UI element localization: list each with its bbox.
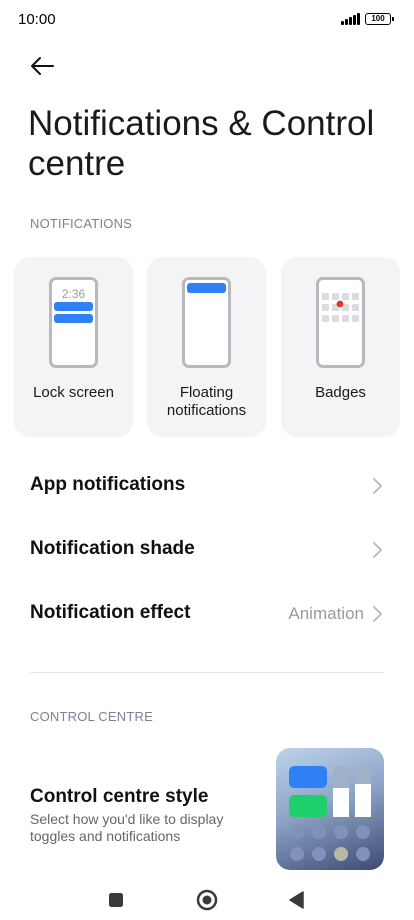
recents-button[interactable] bbox=[98, 878, 134, 914]
row-title: Notification effect bbox=[30, 602, 191, 623]
card-label: Floating notifications bbox=[166, 384, 247, 419]
row-title: Notification shade bbox=[30, 538, 195, 559]
lock-time: 2:36 bbox=[61, 287, 86, 301]
arrow-left-icon bbox=[31, 57, 54, 75]
row-notification-shade[interactable]: Notification shade bbox=[0, 524, 414, 576]
triangle-left-icon bbox=[289, 891, 304, 909]
row-title: App notifications bbox=[30, 474, 186, 495]
home-button[interactable] bbox=[189, 878, 225, 914]
floating-banner bbox=[187, 283, 226, 293]
row-notification-effect[interactable]: Notification effect Animation bbox=[0, 588, 414, 640]
nav-back-button[interactable] bbox=[279, 878, 315, 914]
card-lock-screen[interactable]: 2:36 Lock screen bbox=[14, 257, 133, 437]
card-label: Lock screen bbox=[33, 384, 114, 401]
chevron-right-icon bbox=[373, 542, 382, 558]
section-label-notifications: NOTIFICATIONS bbox=[30, 216, 133, 231]
phone-illustration: 2:36 bbox=[49, 277, 98, 368]
phone-illustration bbox=[182, 277, 231, 368]
badge-dot-icon bbox=[336, 300, 344, 308]
phone-illustration bbox=[316, 277, 365, 368]
signal-icon bbox=[341, 13, 361, 25]
card-label: Badges bbox=[315, 384, 366, 401]
status-bar: 10:00 100 bbox=[0, 0, 414, 40]
control-centre-preview bbox=[276, 748, 384, 870]
card-badges[interactable]: Badges bbox=[281, 257, 400, 437]
status-time: 10:00 bbox=[18, 11, 56, 28]
circle-icon bbox=[196, 889, 218, 911]
row-app-notifications[interactable]: App notifications bbox=[0, 460, 414, 512]
battery-level: 100 bbox=[371, 14, 385, 23]
control-centre-tiles-icon bbox=[289, 766, 371, 861]
back-button[interactable] bbox=[26, 50, 58, 82]
chevron-right-icon bbox=[373, 606, 382, 622]
divider bbox=[30, 672, 384, 673]
card-floating-notifications[interactable]: Floating notifications bbox=[147, 257, 266, 437]
app-grid-icon bbox=[322, 293, 359, 322]
notification-bar bbox=[54, 302, 93, 311]
page-title: Notifications & Control centre bbox=[28, 104, 375, 183]
notification-cards: 2:36 Lock screen Floating notifications … bbox=[14, 257, 400, 437]
control-centre-style-title: Control centre style bbox=[30, 786, 209, 807]
notification-bar bbox=[54, 314, 93, 323]
navigation-bar bbox=[0, 872, 414, 920]
square-icon bbox=[109, 893, 123, 907]
battery-icon: 100 bbox=[365, 13, 394, 25]
control-centre-style-subtitle: Select how you'd like to display toggles… bbox=[30, 811, 224, 844]
row-value: Animation bbox=[288, 604, 364, 623]
chevron-right-icon bbox=[373, 478, 382, 494]
section-label-control-centre: CONTROL CENTRE bbox=[30, 709, 153, 724]
